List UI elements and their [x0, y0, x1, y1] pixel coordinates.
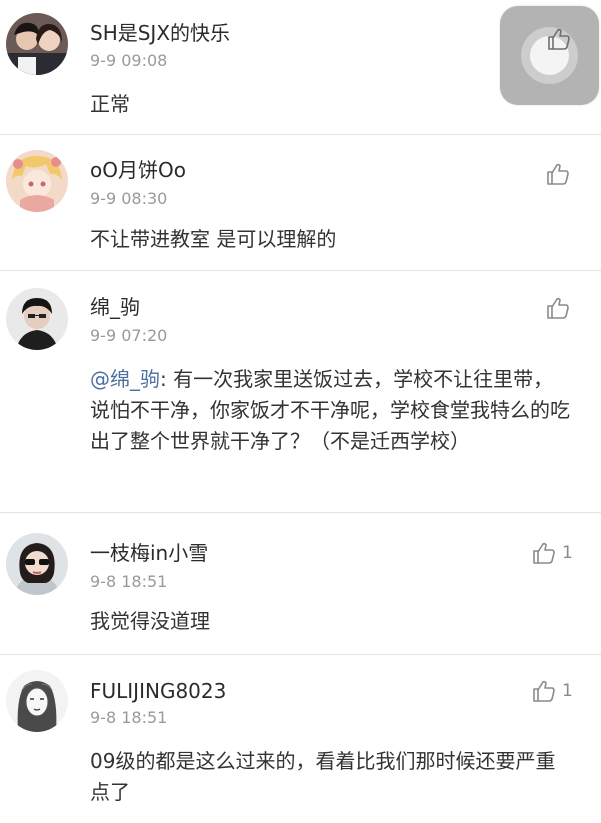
like-button[interactable]: [546, 162, 570, 186]
avatar[interactable]: [6, 533, 68, 595]
comment-item: 绵_驹 9-9 07:20 @绵_驹: 有一次我家里送饭过去，学校不让往里带，说…: [0, 271, 601, 512]
avatar[interactable]: [6, 288, 68, 350]
comment-text: @绵_驹: 有一次我家里送饭过去，学校不让往里带，说怕不干净，你家饭才不干净呢，…: [90, 364, 570, 457]
thumbs-up-icon: [533, 542, 555, 564]
comment-text: 我觉得没道理: [90, 609, 210, 633]
mention-link[interactable]: @绵_驹: [90, 367, 160, 391]
like-count: 1: [562, 681, 573, 701]
comment-text: 09级的都是这么过来的，看着比我们那时候还要严重点了: [90, 749, 556, 804]
comment-item: FULIJING8023 9-8 18:51 09级的都是这么过来的，看着比我们…: [0, 655, 601, 823]
thumbs-up-icon: [533, 680, 555, 702]
comment-item: oO月饼Oo 9-9 08:30 不让带进教室 是可以理解的: [0, 135, 601, 270]
comment-time: 9-8 18:51: [90, 708, 168, 727]
comment-list: SH是SJX的快乐 9-9 09:08 正常 oO月饼Oo 9-9 08:30 …: [0, 0, 601, 823]
avatar[interactable]: [6, 670, 68, 732]
comment-author[interactable]: 绵_驹: [90, 294, 140, 320]
thumbs-up-icon: [547, 297, 569, 319]
avatar[interactable]: [6, 150, 68, 212]
comment-time: 9-9 09:08: [90, 51, 168, 70]
comment-author[interactable]: 一枝梅in小雪: [90, 540, 208, 566]
thumbs-up-icon: [548, 28, 570, 50]
like-button[interactable]: 1: [532, 541, 573, 565]
like-button[interactable]: [546, 296, 570, 320]
thumbs-up-icon: [547, 163, 569, 185]
comment-author[interactable]: FULIJING8023: [90, 678, 226, 704]
like-count: 1: [562, 543, 573, 563]
comment-text-content: : 有一次我家里送饭过去，学校不让往里带，说怕不干净，你家饭才不干净呢，学校食堂…: [90, 367, 570, 453]
comment-time: 9-9 07:20: [90, 326, 168, 345]
comment-time: 9-8 18:51: [90, 572, 168, 591]
assistive-touch-button[interactable]: [500, 6, 599, 105]
comment-text: 不让带进教室 是可以理解的: [90, 227, 337, 251]
comment-author[interactable]: oO月饼Oo: [90, 157, 186, 183]
comment-text: 正常: [90, 92, 130, 116]
like-button[interactable]: 1: [532, 679, 573, 703]
comment-author[interactable]: SH是SJX的快乐: [90, 20, 230, 46]
comment-item: 一枝梅in小雪 9-8 18:51 我觉得没道理 1: [0, 513, 601, 654]
avatar[interactable]: [6, 13, 68, 75]
comment-time: 9-9 08:30: [90, 189, 168, 208]
